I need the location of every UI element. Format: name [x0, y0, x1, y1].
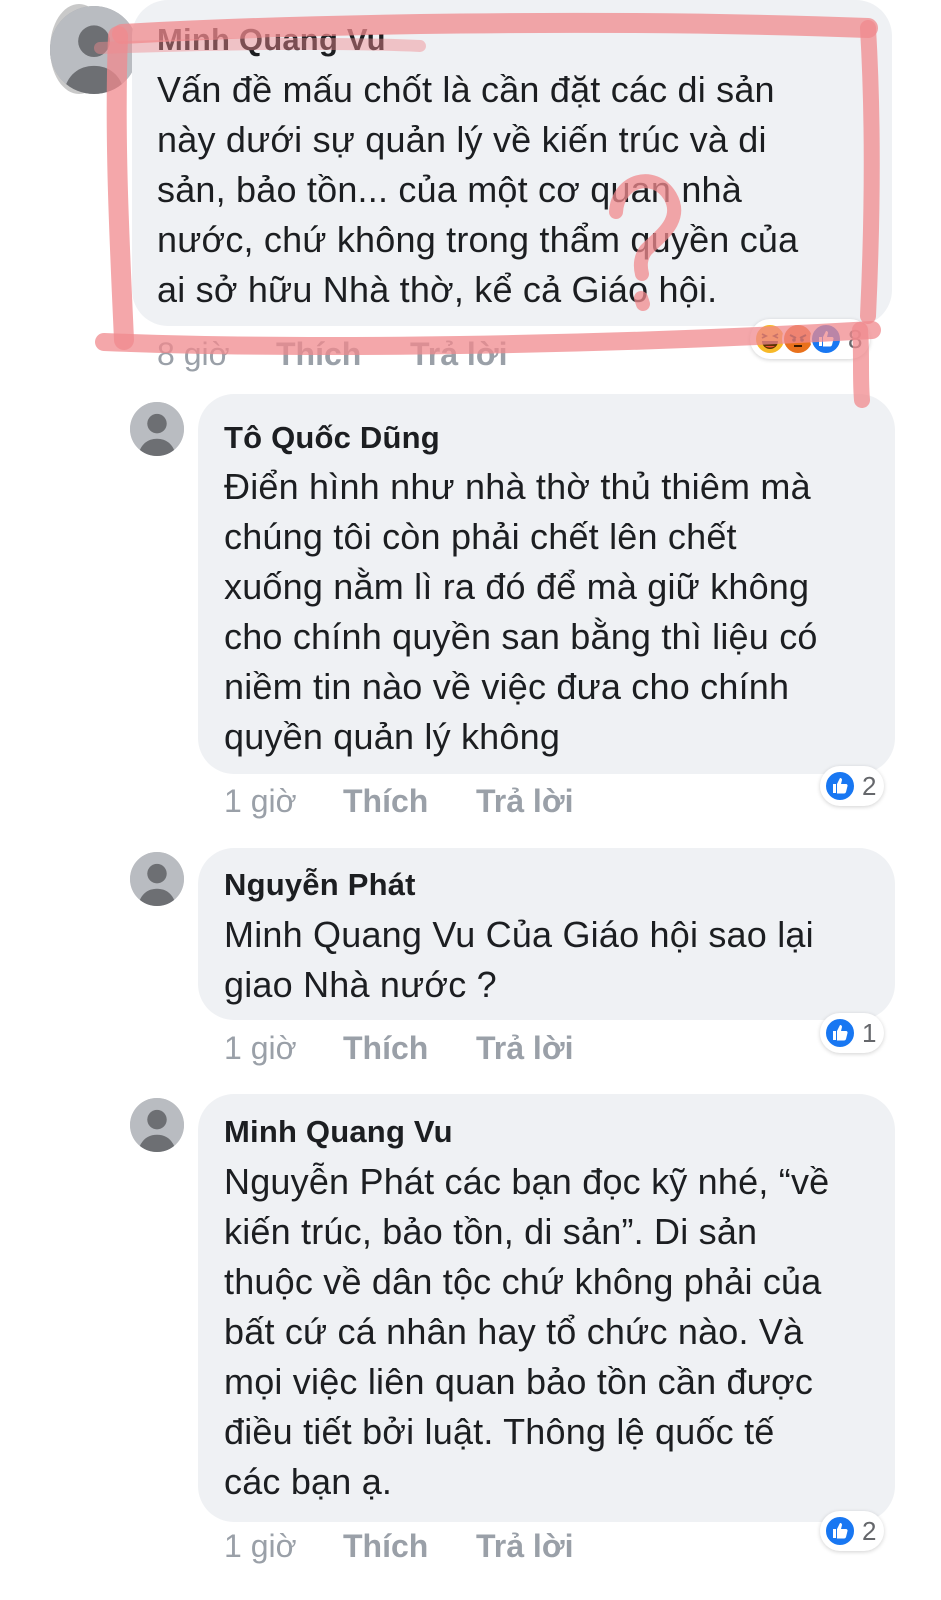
- author-avatar[interactable]: [130, 852, 184, 906]
- reaction-summary[interactable]: 2: [820, 766, 885, 806]
- reply-button[interactable]: Trả lời: [410, 336, 507, 373]
- reaction-count: 2: [862, 1515, 877, 1546]
- reaction-count: 2: [862, 770, 877, 801]
- reply-button[interactable]: Trả lời: [476, 1528, 573, 1565]
- comment-author[interactable]: Minh Quang Vu: [157, 22, 386, 58]
- like-icon: [824, 770, 856, 802]
- comment-text: Vấn đề mấu chốt là cần đặt các di sản nà…: [157, 69, 799, 310]
- like-button[interactable]: Thích: [276, 336, 361, 373]
- comment-author[interactable]: Nguyễn Phát: [224, 867, 416, 903]
- reaction-count: 1: [862, 1017, 877, 1048]
- comment-time[interactable]: 1 giờ: [224, 1030, 297, 1067]
- reaction-count: 8: [848, 323, 863, 354]
- author-avatar[interactable]: [130, 402, 184, 456]
- author-avatar[interactable]: [50, 6, 138, 94]
- like-icon: [810, 323, 842, 355]
- comment-time[interactable]: 1 giờ: [224, 783, 297, 820]
- comment-text: Điển hình như nhà thờ thủ thiêm mà chúng…: [224, 466, 818, 757]
- like-icon: [824, 1017, 856, 1049]
- like-button[interactable]: Thích: [343, 1030, 428, 1067]
- reaction-summary[interactable]: 2: [820, 1511, 885, 1551]
- reaction-summary[interactable]: 1: [820, 1013, 885, 1053]
- comment-time[interactable]: 8 giờ: [157, 336, 230, 373]
- comment-text: Minh Quang Vu Của Giáo hội sao lại giao …: [224, 914, 814, 1005]
- like-button[interactable]: Thích: [343, 1528, 428, 1565]
- comment-text: Nguyễn Phát các bạn đọc kỹ nhé, “về kiến…: [224, 1161, 830, 1502]
- author-avatar[interactable]: [130, 1098, 184, 1152]
- reply-button[interactable]: Trả lời: [476, 783, 573, 820]
- comment-author[interactable]: Tô Quốc Dũng: [224, 420, 440, 456]
- like-button[interactable]: Thích: [343, 783, 428, 820]
- comment-author[interactable]: Minh Quang Vu: [224, 1114, 453, 1150]
- comment-time[interactable]: 1 giờ: [224, 1528, 297, 1565]
- reaction-summary[interactable]: 8: [750, 319, 871, 359]
- like-icon: [824, 1515, 856, 1547]
- reply-button[interactable]: Trả lời: [476, 1030, 573, 1067]
